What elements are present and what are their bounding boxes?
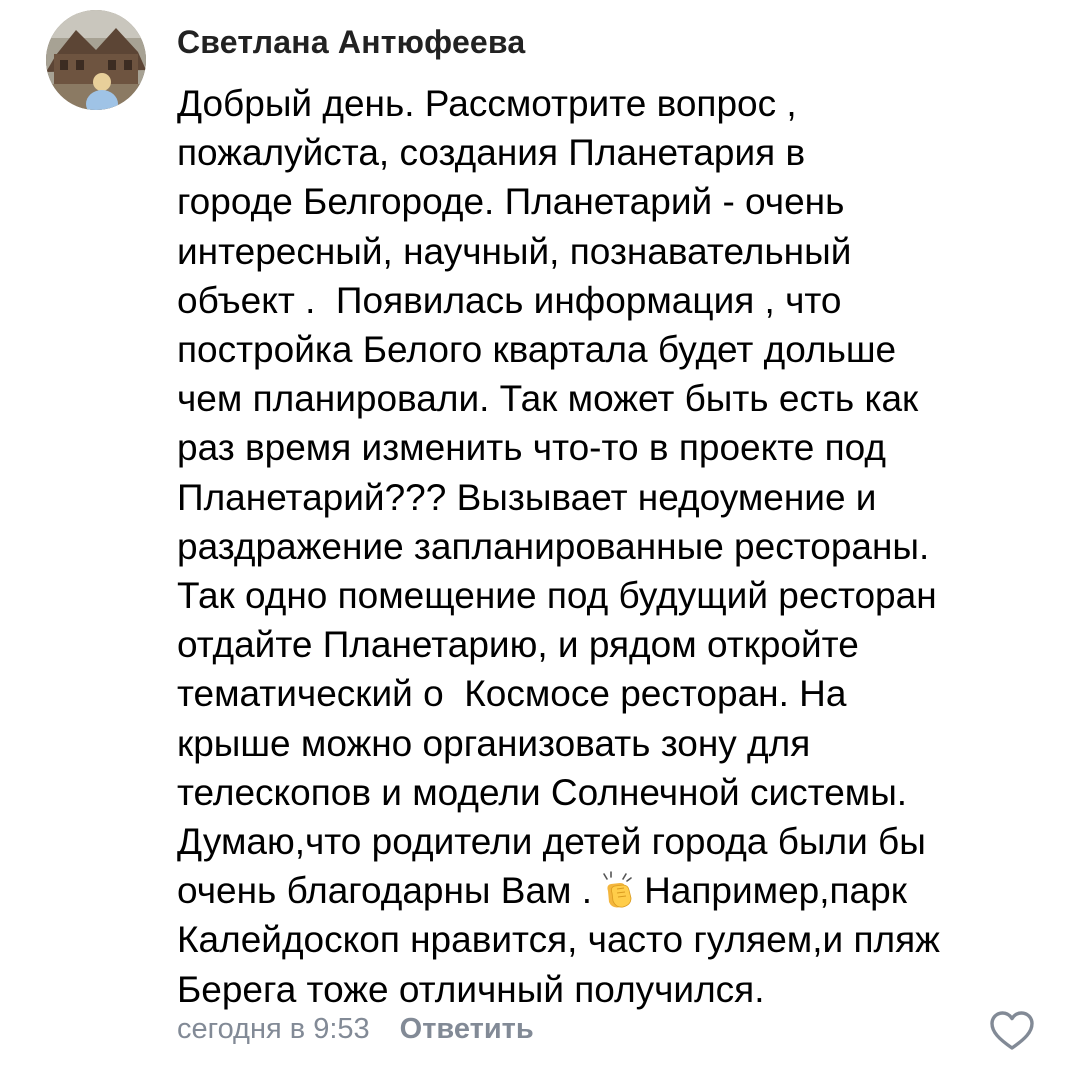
comment-timestamp[interactable]: сегодня в 9:53 bbox=[177, 1013, 370, 1045]
heart-outline-icon bbox=[990, 1011, 1034, 1050]
comment-line: объект . Появилась информация , что bbox=[177, 279, 842, 321]
avatar-photo-icon bbox=[46, 10, 146, 110]
comment-line: городе Белгороде. Планетарий - очень bbox=[177, 181, 845, 223]
comment-line: чем планировали. Так может быть есть как bbox=[177, 378, 919, 420]
comment-line: интересный, научный, познавательный bbox=[177, 230, 852, 272]
comment-line: Так одно помещение под будущий ресторан bbox=[177, 575, 937, 617]
comment-line: раз время изменить что-то в проекте под bbox=[177, 427, 886, 469]
comment-meta: сегодня в 9:53 Ответить bbox=[177, 1013, 534, 1046]
comment-line: Планетарий??? Вызывает недоумение и bbox=[177, 476, 877, 518]
comment-line: Калейдоскоп нравится, часто гуляем,и пля… bbox=[177, 919, 940, 961]
comment-line: тематический о Космосе ресторан. На bbox=[177, 673, 847, 715]
reply-button[interactable]: Ответить bbox=[400, 1013, 534, 1045]
comment-line: раздражение запланированные рестораны. bbox=[177, 525, 930, 567]
comment-line-with-emoji: очень благодарны Вам . Например,парк bbox=[177, 866, 1037, 915]
comment-line: постройка Белого квартала будет дольше bbox=[177, 329, 897, 371]
author-name[interactable]: Светлана Антюфеева bbox=[177, 24, 525, 61]
comment-line: крыше можно организовать зону для bbox=[177, 722, 811, 764]
comment-text: Добрый день. Рассмотрите вопрос , пожалу… bbox=[177, 79, 1037, 1014]
author-avatar[interactable] bbox=[46, 10, 146, 110]
comment-line: отдайте Планетарию, и рядом откройте bbox=[177, 624, 859, 666]
comment-line: Думаю,что родители детей города были бы bbox=[177, 821, 926, 863]
comment-line-part: очень благодарны Вам . bbox=[177, 870, 593, 912]
comment: Светлана Антюфеева Добрый день. Рассмотр… bbox=[0, 0, 1080, 1066]
clapping-hands-icon bbox=[598, 871, 638, 909]
comment-line: пожалуйста, создания Планетария в bbox=[177, 132, 806, 174]
comment-line: телескопов и модели Солнечной системы. bbox=[177, 771, 908, 813]
comment-line-part: Например,парк bbox=[644, 870, 907, 912]
like-button[interactable] bbox=[989, 1010, 1035, 1052]
comment-line: Берега тоже отличный получился. bbox=[177, 968, 765, 1010]
comment-line: Добрый день. Рассмотрите вопрос , bbox=[177, 83, 797, 124]
